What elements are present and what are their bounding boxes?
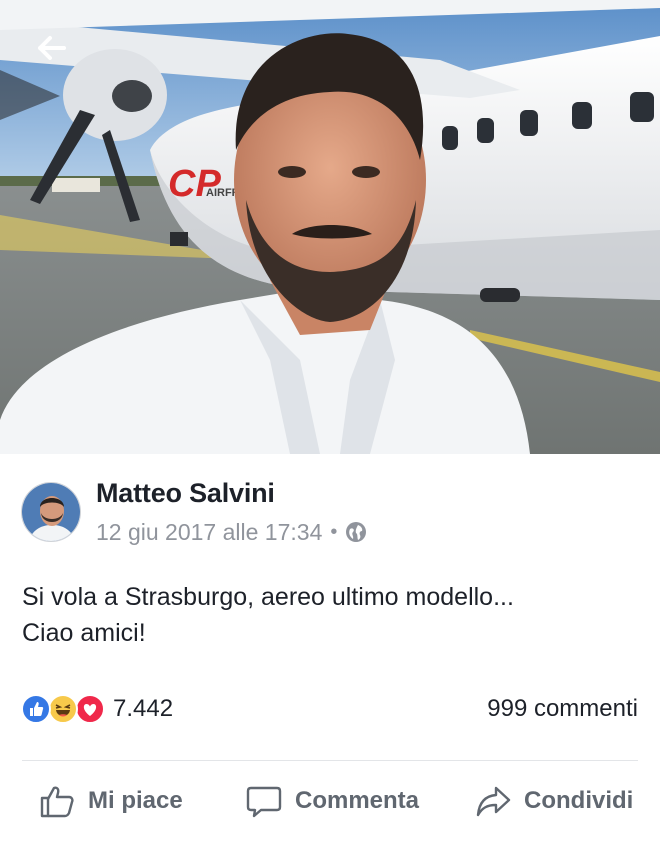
reactions-summary[interactable]: 7.442 bbox=[21, 692, 173, 726]
post-timestamp[interactable]: 12 giu 2017 alle 17:34 bbox=[96, 519, 322, 546]
post-meta: 12 giu 2017 alle 17:34 • bbox=[96, 518, 367, 546]
thumbs-up-icon bbox=[40, 786, 74, 818]
post-text-line: Si vola a Strasburgo, aereo ultimo model… bbox=[22, 583, 514, 611]
comment-label: Commenta bbox=[295, 787, 420, 814]
share-label: Condividi bbox=[524, 787, 634, 814]
love-reaction-icon bbox=[75, 694, 105, 724]
meta-separator: • bbox=[330, 520, 338, 543]
like-reaction-icon bbox=[21, 694, 51, 724]
post-photo[interactable]: CP AIRFR bbox=[0, 0, 660, 454]
avatar[interactable] bbox=[21, 482, 81, 542]
selfie-airplane-photo: CP AIRFR bbox=[0, 0, 660, 454]
avatar-image bbox=[22, 483, 80, 541]
author-name[interactable]: Matteo Salvini bbox=[96, 478, 275, 509]
back-arrow-icon bbox=[38, 36, 66, 60]
share-arrow-icon bbox=[476, 786, 511, 817]
haha-reaction-icon bbox=[48, 694, 78, 724]
reaction-count: 7.442 bbox=[113, 695, 174, 722]
share-button[interactable]: Condividi bbox=[474, 778, 633, 824]
divider bbox=[22, 760, 638, 761]
post-text: Si vola a Strasburgo, aereo ultimo model… bbox=[22, 579, 642, 651]
comments-count[interactable]: 999 commenti bbox=[487, 695, 638, 723]
comment-bubble-icon bbox=[246, 786, 282, 818]
like-button[interactable]: Mi piace bbox=[38, 778, 183, 824]
like-label: Mi piace bbox=[88, 787, 183, 814]
globe-icon bbox=[346, 522, 367, 542]
post-text-line: Ciao amici! bbox=[22, 619, 146, 647]
back-button[interactable] bbox=[22, 24, 78, 72]
comment-button[interactable]: Commenta bbox=[245, 778, 419, 824]
